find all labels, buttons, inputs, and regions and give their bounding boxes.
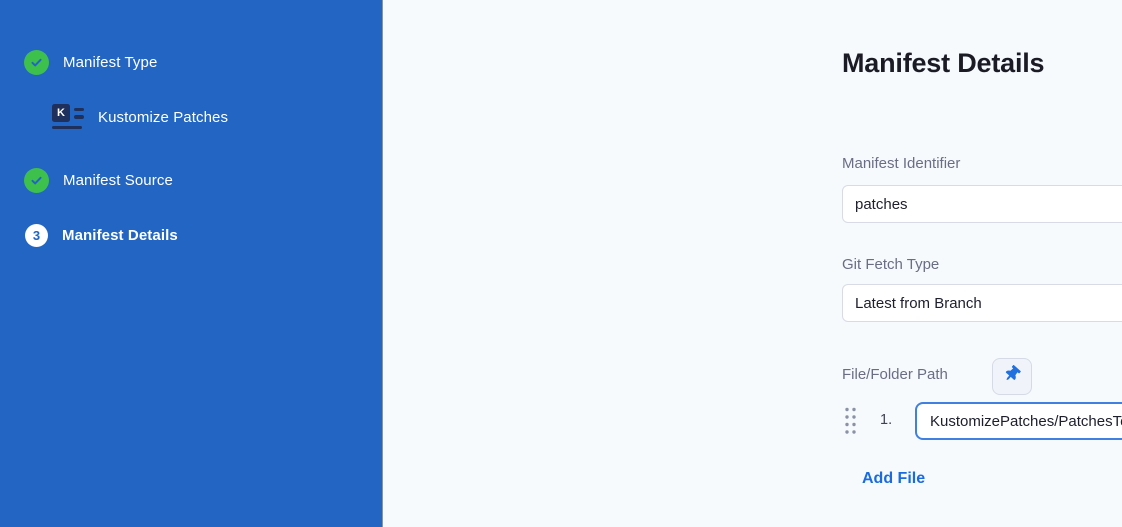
git-fetch-type-label: Git Fetch Type xyxy=(842,256,939,273)
sidebar-substep-kustomize-patches[interactable]: K Kustomize Patches xyxy=(52,104,228,130)
manifest-details-panel: Manifest Details Manifest Identifier pat… xyxy=(384,0,1122,527)
wizard-steps-sidebar: Manifest Type K Kustomize Patches Manife… xyxy=(0,0,383,527)
step-label-manifest-source: Manifest Source xyxy=(63,172,173,189)
git-fetch-type-value: Latest from Branch xyxy=(855,295,982,312)
pin-icon xyxy=(1004,366,1020,387)
file-folder-path-label: File/Folder Path xyxy=(842,366,948,383)
manifest-identifier-input[interactable]: patches xyxy=(842,185,1122,223)
step-label-manifest-details: Manifest Details xyxy=(62,227,178,244)
drag-handle[interactable] xyxy=(844,406,857,436)
page-title: Manifest Details xyxy=(842,48,1044,79)
step-label-manifest-type: Manifest Type xyxy=(63,54,157,71)
sidebar-step-manifest-source[interactable]: Manifest Source xyxy=(24,168,173,193)
manifest-identifier-label: Manifest Identifier xyxy=(842,155,960,172)
git-fetch-type-select[interactable]: Latest from Branch xyxy=(842,284,1122,322)
manifest-wizard: Manifest Type K Kustomize Patches Manife… xyxy=(0,0,1122,527)
sidebar-step-manifest-type[interactable]: Manifest Type xyxy=(24,50,157,75)
path-row-index: 1. xyxy=(880,412,892,428)
step-complete-check-icon xyxy=(24,50,49,75)
file-folder-path-input[interactable]: KustomizePatches/PatchesTest/ku xyxy=(915,402,1122,440)
manifest-identifier-value: patches xyxy=(855,196,908,213)
step-complete-check-icon xyxy=(24,168,49,193)
add-file-button[interactable]: Add File xyxy=(862,470,925,488)
step-number-badge: 3 xyxy=(25,224,48,247)
kustomize-icon: K xyxy=(52,104,84,130)
runtime-input-pin-button[interactable] xyxy=(992,358,1032,395)
substep-label-kustomize-patches: Kustomize Patches xyxy=(98,109,228,126)
path-value-before-caret: KustomizePatches/PatchesTest xyxy=(930,413,1122,430)
sidebar-step-manifest-details[interactable]: 3 Manifest Details xyxy=(25,224,178,247)
